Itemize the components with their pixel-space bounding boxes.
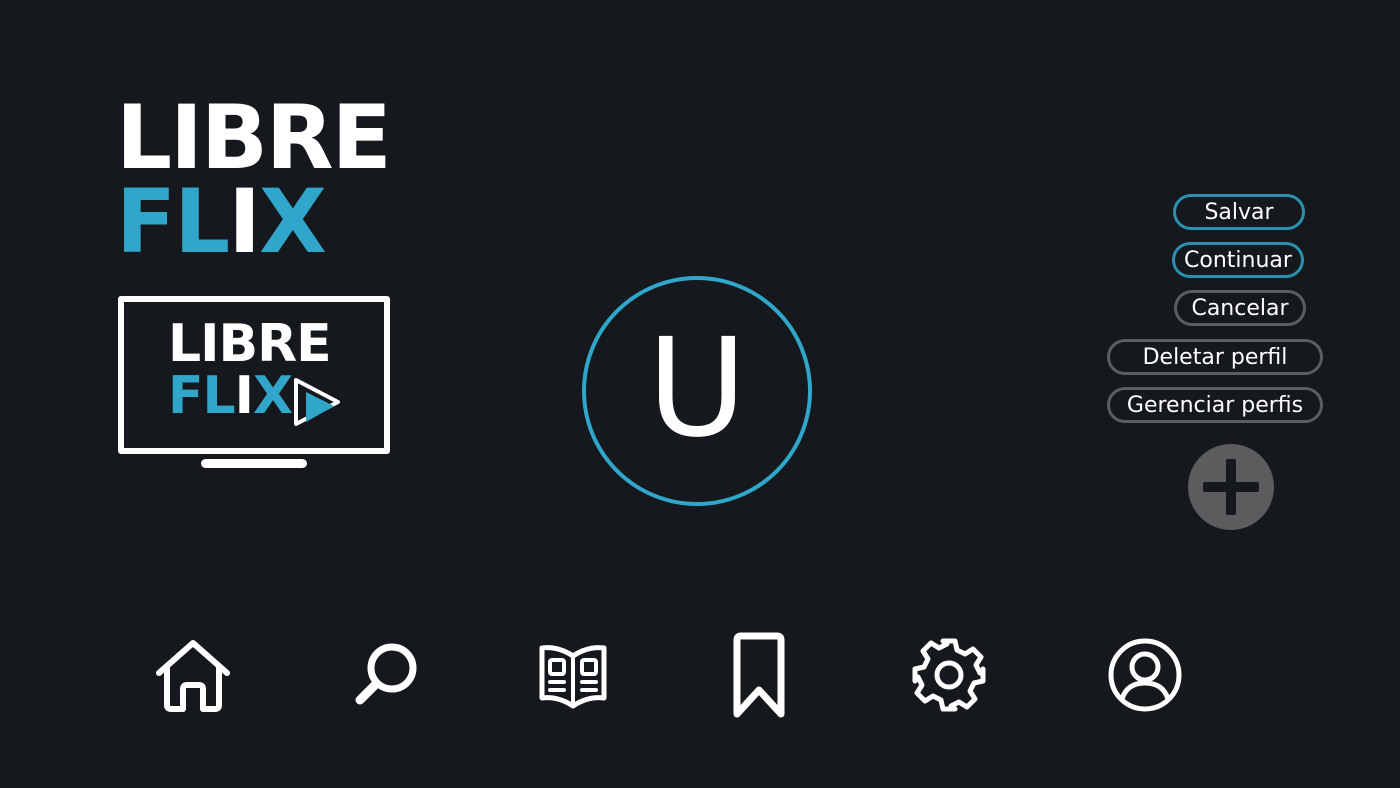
- brand-name-line2: FLIX: [116, 170, 327, 273]
- brand-name-line1: LIBRE: [116, 86, 392, 189]
- nav-home[interactable]: [150, 632, 236, 718]
- add-profile-button[interactable]: [1188, 444, 1274, 530]
- nav-search[interactable]: [342, 632, 428, 718]
- save-button[interactable]: Salvar: [1173, 194, 1305, 230]
- nav-news[interactable]: [530, 632, 616, 718]
- search-icon: [355, 643, 417, 705]
- nav-profile[interactable]: [1102, 632, 1188, 718]
- profile-avatar[interactable]: U: [582, 276, 812, 506]
- cancel-button[interactable]: Cancelar: [1174, 290, 1306, 326]
- profile-icon: [1108, 638, 1182, 712]
- settings-icon: [912, 638, 986, 712]
- tv-logo: LIBRE FLIX: [118, 296, 390, 474]
- tv-brand-line1: LIBRE: [168, 314, 332, 374]
- plus-icon: [1203, 459, 1259, 515]
- brand-logo: LIBRE FLIX: [116, 94, 392, 273]
- nav-settings[interactable]: [906, 632, 992, 718]
- profile-initial: U: [647, 310, 747, 468]
- delete-profile-button[interactable]: Deletar perfil: [1107, 339, 1323, 375]
- home-icon: [156, 640, 230, 712]
- news-icon: [539, 645, 607, 709]
- tv-stand: [201, 459, 307, 468]
- tv-brand-line2: FLIX: [168, 366, 293, 426]
- manage-profiles-button[interactable]: Gerenciar perfis: [1107, 387, 1323, 423]
- nav-bookmarks[interactable]: [716, 632, 802, 718]
- play-icon: [294, 378, 340, 426]
- continue-button[interactable]: Continuar: [1172, 242, 1304, 278]
- bookmark-icon: [733, 632, 785, 718]
